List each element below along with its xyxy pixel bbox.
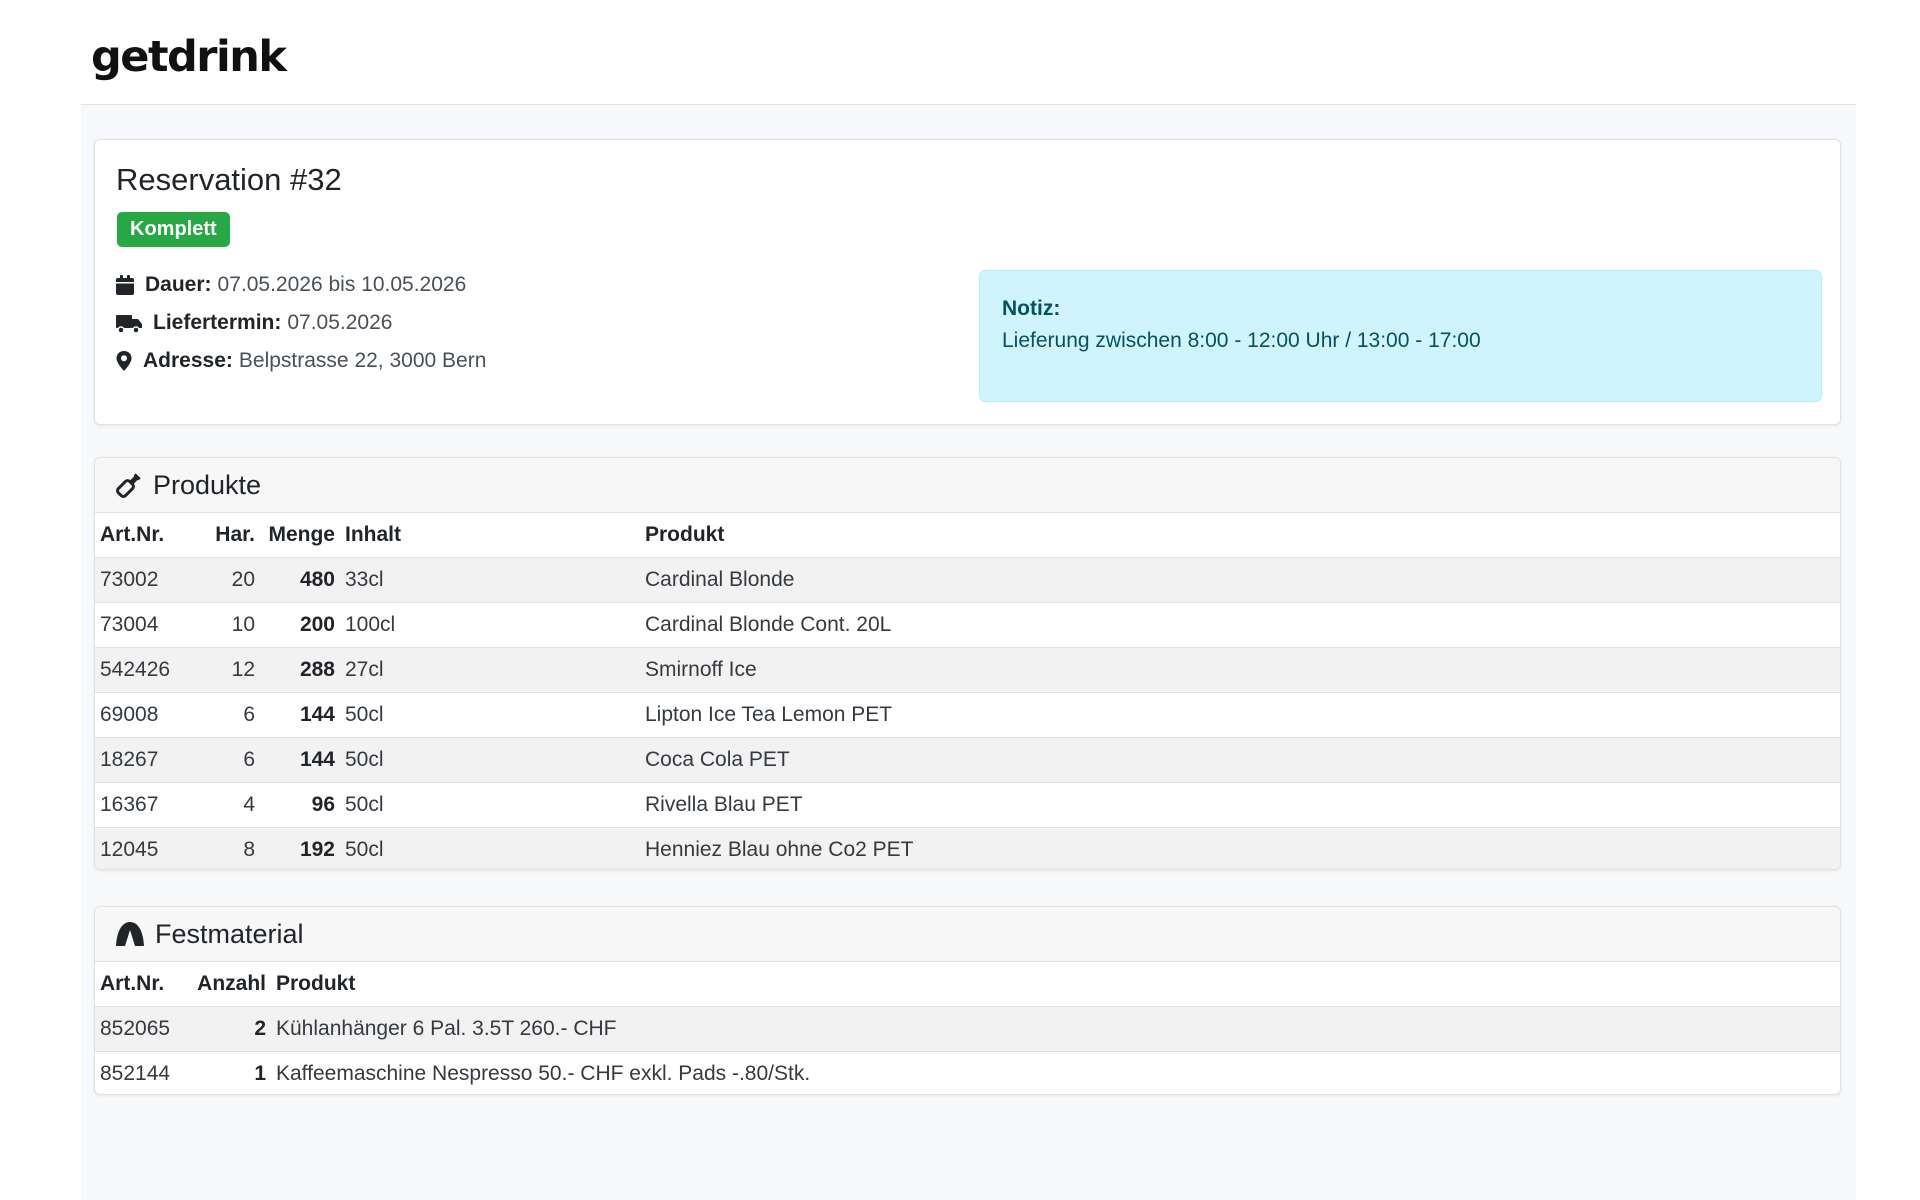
note-box: Notiz: Lieferung zwischen 8:00 - 12:00 U… <box>979 270 1822 402</box>
festmaterial-card: Festmaterial Art.Nr. Anzahl Produkt 8520… <box>94 906 1841 1095</box>
map-marker-icon <box>115 350 133 372</box>
col-inhalt: Inhalt <box>340 513 640 558</box>
cell-inhalt: 33cl <box>340 557 640 603</box>
cell-produkt: Rivella Blau PET <box>640 782 1840 828</box>
col-har: Har. <box>195 513 260 558</box>
dauer-label: Dauer: <box>145 273 212 296</box>
cell-menge: 144 <box>260 737 340 783</box>
products-table-header-row: Art.Nr. Har. Menge Inhalt Produkt <box>95 513 1840 558</box>
cell-produkt: Lipton Ice Tea Lemon PET <box>640 692 1840 738</box>
cell-artnr: 12045 <box>95 827 195 869</box>
col-anzahl: Anzahl <box>185 962 271 1007</box>
col-menge: Menge <box>260 513 340 558</box>
cell-har: 8 <box>195 827 260 869</box>
cell-inhalt: 50cl <box>340 782 640 828</box>
cell-har: 6 <box>195 692 260 738</box>
cell-produkt: Henniez Blau ohne Co2 PET <box>640 827 1840 869</box>
dauer-row: Dauer: 07.05.2026 bis 10.05.2026 <box>115 273 466 297</box>
table-row: 16367 4 96 50cl Rivella Blau PET <box>95 782 1840 828</box>
note-text: Lieferung zwischen 8:00 - 12:00 Uhr / 13… <box>1002 329 1481 352</box>
cell-produkt: Smirnoff Ice <box>640 647 1840 693</box>
cell-menge: 96 <box>260 782 340 828</box>
cell-inhalt: 50cl <box>340 827 640 869</box>
products-header: Produkte <box>95 458 1840 513</box>
reservation-card: Reservation #32 Komplett Dauer: 07.05.20… <box>94 139 1841 425</box>
calendar-icon <box>115 274 135 296</box>
table-row: 18267 6 144 50cl Coca Cola PET <box>95 737 1840 783</box>
cell-anzahl: 2 <box>185 1006 271 1052</box>
cell-har: 6 <box>195 737 260 783</box>
table-row: 852065 2 Kühlanhänger 6 Pal. 3.5T 260.- … <box>95 1006 1840 1052</box>
festmaterial-table: Art.Nr. Anzahl Produkt 852065 2 Kühlanhä… <box>95 962 1840 1095</box>
festmaterial-header-label: Festmaterial <box>155 918 304 949</box>
truck-icon <box>115 312 143 334</box>
cell-menge: 200 <box>260 602 340 648</box>
cell-artnr: 542426 <box>95 647 195 693</box>
cell-inhalt: 50cl <box>340 737 640 783</box>
cell-produkt: Coca Cola PET <box>640 737 1840 783</box>
cell-produkt: Kaffeemaschine Nespresso 50.- CHF exkl. … <box>276 1062 811 1085</box>
adresse-label: Adresse: <box>143 349 233 372</box>
products-table: Art.Nr. Har. Menge Inhalt Produkt 73002 … <box>95 513 1840 869</box>
table-row: 852144 1 Kaffeemaschine Nespresso 50.- C… <box>95 1052 1840 1095</box>
bottle-icon <box>115 471 143 499</box>
cell-inhalt: 50cl <box>340 692 640 738</box>
dauer-value: 07.05.2026 bis 10.05.2026 <box>217 273 467 296</box>
cell-menge: 480 <box>260 557 340 603</box>
festmaterial-table-header-row: Art.Nr. Anzahl Produkt <box>95 962 1840 1007</box>
cell-menge: 288 <box>260 647 340 693</box>
products-card: Produkte Art.Nr. Har. Menge Inhalt Produ… <box>94 457 1841 870</box>
cell-menge: 192 <box>260 827 340 869</box>
cell-artnr: 852065 <box>95 1006 185 1052</box>
status-badge: Komplett <box>117 212 230 247</box>
adresse-row: Adresse: Belpstrasse 22, 3000 Bern <box>115 349 486 373</box>
cell-har: 10 <box>195 602 260 648</box>
table-row: 542426 12 288 27cl Smirnoff Ice <box>95 647 1840 693</box>
cell-artnr: 852144 <box>100 1062 171 1085</box>
cell-inhalt: 100cl <box>340 602 640 648</box>
liefertermin-label: Liefertermin: <box>153 311 282 334</box>
cell-artnr: 69008 <box>95 692 195 738</box>
cell-produkt: Cardinal Blonde <box>640 557 1840 603</box>
top-bar: getdrink <box>81 0 1856 105</box>
cell-menge: 144 <box>260 692 340 738</box>
products-header-label: Produkte <box>153 469 262 500</box>
cell-produkt: Cardinal Blonde Cont. 20L <box>640 602 1840 648</box>
cell-artnr: 73002 <box>95 557 195 603</box>
col-produkt: Produkt <box>640 513 1840 558</box>
getdrink-logo[interactable]: getdrink <box>91 36 287 79</box>
cell-artnr: 16367 <box>95 782 195 828</box>
cell-inhalt: 27cl <box>340 647 640 693</box>
cell-artnr: 73004 <box>95 602 195 648</box>
cell-har: 12 <box>195 647 260 693</box>
tent-icon <box>115 920 145 948</box>
cell-produkt: Kühlanhänger 6 Pal. 3.5T 260.- CHF <box>271 1006 1840 1052</box>
adresse-value: Belpstrasse 22, 3000 Bern <box>238 349 487 372</box>
col-artnr: Art.Nr. <box>95 513 195 558</box>
table-row: 69008 6 144 50cl Lipton Ice Tea Lemon PE… <box>95 692 1840 738</box>
liefertermin-value: 07.05.2026 <box>287 311 393 334</box>
cell-artnr: 18267 <box>95 737 195 783</box>
cell-har: 20 <box>195 557 260 603</box>
main-content: Reservation #32 Komplett Dauer: 07.05.20… <box>81 105 1856 1200</box>
reservation-title: Reservation #32 <box>116 162 342 197</box>
cell-har: 4 <box>195 782 260 828</box>
liefertermin-row: Liefertermin: 07.05.2026 <box>115 311 392 335</box>
table-row: 73002 20 480 33cl Cardinal Blonde <box>95 557 1840 603</box>
table-row: 12045 8 192 50cl Henniez Blau ohne Co2 P… <box>95 827 1840 869</box>
note-title: Notiz: <box>1002 297 1061 320</box>
table-row: 73004 10 200 100cl Cardinal Blonde Cont.… <box>95 602 1840 648</box>
col-artnr: Art.Nr. <box>95 962 185 1007</box>
col-produkt: Produkt <box>271 962 1840 1007</box>
cell-anzahl: 1 <box>254 1062 266 1085</box>
festmaterial-header: Festmaterial <box>95 907 1840 962</box>
